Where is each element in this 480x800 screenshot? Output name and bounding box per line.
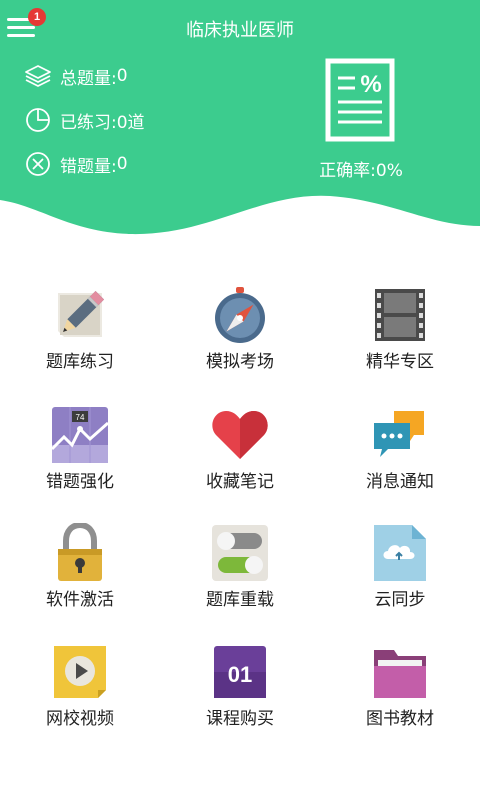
x-circle-icon [26, 152, 50, 176]
film-strip-icon [375, 289, 425, 341]
stat-wrong: 错题量: 0 [24, 150, 128, 178]
layers-icon [25, 65, 51, 87]
tile-label: 课程购买 [206, 709, 274, 729]
tile-premium-zone[interactable]: 精华专区 [320, 285, 480, 385]
line-chart-icon: 74 [50, 407, 109, 463]
stat-wrong-label: 错题量: [60, 156, 117, 177]
play-video-icon [54, 646, 106, 698]
calendar-icon: 01 [214, 646, 266, 698]
pencil-paper-icon [58, 290, 105, 337]
padlock-icon [58, 523, 102, 581]
tile-online-video[interactable]: 网校视频 [0, 642, 160, 742]
chart-badge-text: 74 [76, 413, 85, 422]
tile-label: 精华专区 [366, 352, 434, 372]
tile-cloud-sync[interactable]: 云同步 [320, 523, 480, 623]
tile-label: 错题强化 [46, 472, 114, 492]
tile-books[interactable]: 图书教材 [320, 642, 480, 742]
pie-clock-icon [26, 108, 50, 132]
tile-label: 图书教材 [366, 709, 434, 729]
tile-label: 网校视频 [46, 709, 114, 729]
compass-icon [215, 287, 265, 343]
stat-total-label: 总题量: [60, 68, 117, 89]
accuracy-label: 正确率: [319, 161, 376, 181]
tile-label: 题库练习 [46, 352, 114, 372]
stat-total-value: 0 [116, 66, 128, 86]
tile-label: 模拟考场 [206, 352, 274, 372]
cloud-upload-icon [374, 525, 426, 581]
stat-practiced: 已练习: 0道 [24, 106, 145, 134]
percent-document-icon: % [325, 58, 395, 142]
folder-icon [374, 650, 426, 698]
accuracy-rate: 正确率:0% [300, 156, 422, 181]
stat-practiced-value: 0道 [116, 112, 145, 133]
tile-label: 云同步 [374, 590, 426, 610]
tile-mistake-review[interactable]: 74 错题强化 [0, 405, 160, 505]
tile-label: 题库重载 [206, 590, 274, 610]
tile-label: 消息通知 [366, 472, 434, 492]
tile-question-bank-practice[interactable]: 题库练习 [0, 285, 160, 385]
svg-text:%: % [360, 71, 381, 98]
tile-label: 收藏笔记 [206, 472, 274, 492]
tile-activate-software[interactable]: 软件激活 [0, 523, 160, 623]
stat-total-questions: 总题量: 0 [24, 62, 128, 90]
chat-bubbles-icon [374, 411, 424, 457]
header: 1 临床执业医师 总题量: 0 已练习: 0道 错题量: 0 % 正确率:0% [0, 0, 480, 250]
tile-buy-courses[interactable]: 01 课程购买 [160, 642, 320, 742]
accuracy-value: 0% [375, 161, 403, 181]
toggle-switches-icon [212, 525, 268, 581]
heart-icon [212, 411, 268, 459]
stat-practiced-label: 已练习: [60, 112, 117, 133]
calendar-day-text: 01 [228, 662, 252, 687]
tile-favorite-notes[interactable]: 收藏笔记 [160, 405, 320, 505]
tile-messages[interactable]: 消息通知 [320, 405, 480, 505]
stat-wrong-value: 0 [116, 154, 128, 174]
tile-reload-question-bank[interactable]: 题库重载 [160, 523, 320, 623]
tile-mock-exam[interactable]: 模拟考场 [160, 285, 320, 385]
page-title: 临床执业医师 [186, 20, 294, 41]
tile-label: 软件激活 [46, 590, 114, 610]
